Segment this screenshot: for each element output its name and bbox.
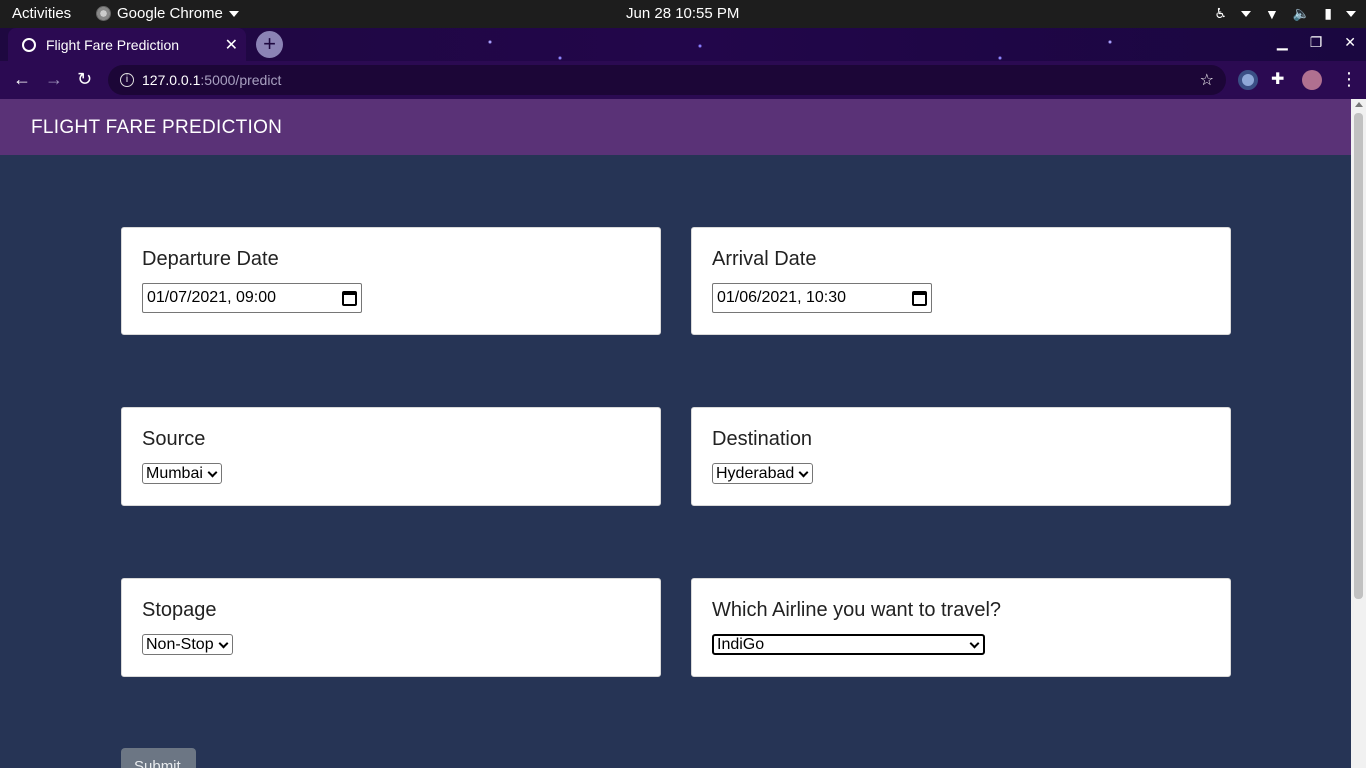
battery-icon: ▮ — [1324, 5, 1332, 21]
volume-icon: 🔈 — [1292, 5, 1311, 21]
wifi-icon: ▼ — [1264, 5, 1279, 22]
calendar-icon[interactable] — [342, 290, 357, 306]
chevron-down-icon — [1346, 10, 1356, 17]
system-tray[interactable]: ♿ ▼ 🔈 ▮ — [1214, 5, 1356, 22]
back-icon[interactable]: ← — [13, 69, 31, 90]
destination-label: Destination — [712, 428, 813, 450]
tab-title: Flight Fare Prediction — [46, 36, 180, 53]
chevron-down-icon — [207, 467, 218, 477]
airline-select[interactable]: IndiGo — [712, 634, 985, 655]
browser-tab-strip: Flight Fare Prediction ✕ + ▁ ❐ ✕ — [0, 28, 1366, 61]
minimize-icon[interactable]: ▁ — [1277, 34, 1288, 51]
destination-card: Destination Hyderabad — [691, 407, 1231, 506]
arrival-value: 01/06/2021, 10:30 — [717, 289, 847, 306]
arrival-label: Arrival Date — [712, 248, 817, 270]
arrival-card: Arrival Date 01/06/2021, 10:30 — [691, 227, 1231, 335]
info-icon[interactable]: i — [120, 73, 134, 87]
profile-avatar[interactable] — [1302, 70, 1322, 90]
stopage-label: Stopage — [142, 599, 217, 621]
departure-value: 01/07/2021, 09:00 — [147, 289, 277, 306]
arrival-datetime-input[interactable]: 01/06/2021, 10:30 — [712, 283, 932, 313]
app-name: Google Chrome — [117, 5, 223, 22]
stopage-select[interactable]: Non-Stop — [142, 634, 233, 655]
scrollbar-thumb[interactable] — [1354, 113, 1363, 599]
extensions-puzzle-icon[interactable]: ✚ — [1271, 69, 1284, 89]
airline-value: IndiGo — [717, 635, 765, 653]
extension-icon[interactable] — [1238, 70, 1258, 90]
app-menu[interactable]: Google Chrome — [96, 5, 239, 22]
activities-button[interactable]: Activities — [12, 5, 71, 22]
source-card: Source Mumbai — [121, 407, 661, 506]
maximize-icon[interactable]: ❐ — [1310, 34, 1323, 51]
page-viewport: FLIGHT FARE PREDICTION Departure Date 01… — [0, 99, 1351, 768]
chevron-down-icon — [218, 638, 229, 648]
system-top-bar: Activities Google Chrome Jun 28 10:55 PM… — [0, 0, 1366, 28]
chevron-down-icon — [798, 467, 809, 477]
accessibility-icon[interactable]: ♿ — [1214, 5, 1227, 22]
globe-icon — [22, 37, 36, 52]
scroll-up-arrow-icon[interactable] — [1355, 102, 1363, 107]
system-clock[interactable]: Jun 28 10:55 PM — [626, 5, 739, 22]
new-tab-button[interactable]: + — [256, 31, 283, 58]
url-path: :5000/predict — [200, 72, 282, 88]
stopage-value: Non-Stop — [146, 635, 214, 653]
departure-label: Departure Date — [142, 248, 279, 270]
close-window-icon[interactable]: ✕ — [1344, 34, 1356, 51]
calendar-icon[interactable] — [912, 290, 927, 306]
source-select[interactable]: Mumbai — [142, 463, 222, 484]
window-controls: ▁ ❐ ✕ — [1277, 34, 1356, 51]
destination-select[interactable]: Hyderabad — [712, 463, 814, 484]
browser-toolbar: ← → ↻ i 127.0.0.1:5000/predict ☆ ✚ ⋮ — [0, 61, 1366, 99]
stopage-card: Stopage Non-Stop — [121, 578, 661, 677]
chevron-down-icon — [969, 638, 980, 648]
source-label: Source — [142, 428, 206, 450]
departure-card: Departure Date 01/07/2021, 09:00 — [121, 227, 661, 335]
airline-card: Which Airline you want to travel? IndiGo — [691, 578, 1231, 677]
reload-icon[interactable]: ↻ — [77, 69, 92, 90]
submit-button[interactable]: Submit — [121, 748, 196, 768]
site-title: FLIGHT FARE PREDICTION — [31, 117, 283, 138]
page-scrollbar[interactable] — [1351, 99, 1366, 768]
chevron-down-icon — [1240, 10, 1251, 17]
chevron-down-icon — [228, 10, 239, 17]
destination-value: Hyderabad — [716, 464, 795, 482]
close-tab-icon[interactable]: ✕ — [225, 35, 238, 55]
address-bar[interactable]: i 127.0.0.1:5000/predict ☆ — [108, 65, 1226, 95]
forward-icon[interactable]: → — [45, 69, 63, 90]
site-header: FLIGHT FARE PREDICTION — [0, 99, 1351, 155]
browser-tab[interactable]: Flight Fare Prediction ✕ — [8, 28, 246, 61]
departure-datetime-input[interactable]: 01/07/2021, 09:00 — [142, 283, 362, 313]
menu-kebab-icon[interactable]: ⋮ — [1340, 69, 1358, 90]
bookmark-star-icon[interactable]: ☆ — [1200, 70, 1214, 90]
airline-label: Which Airline you want to travel? — [712, 599, 1002, 621]
chrome-icon — [96, 6, 111, 21]
url-host: 127.0.0.1 — [142, 72, 201, 88]
source-value: Mumbai — [146, 464, 203, 482]
